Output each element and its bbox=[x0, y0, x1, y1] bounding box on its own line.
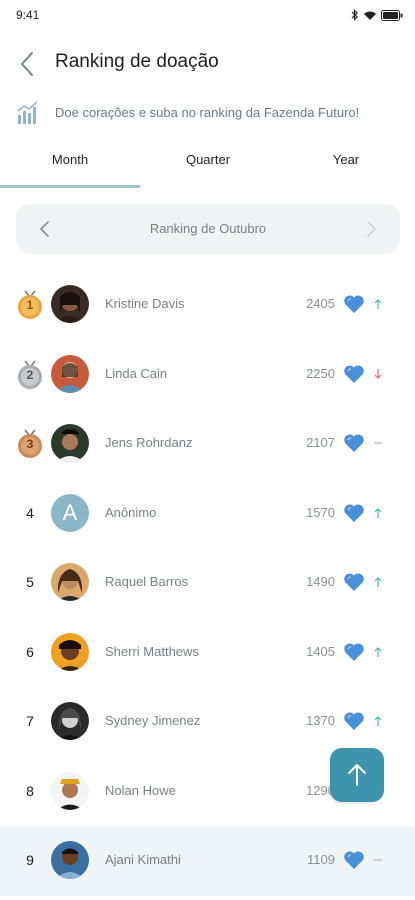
rank-number: 9 bbox=[26, 852, 34, 868]
tab-active-indicator bbox=[0, 185, 140, 188]
ranking-row[interactable]: 1 Kristine Davis 2405 bbox=[0, 270, 415, 340]
info-banner: Doe corações e suba no ranking da Fazend… bbox=[0, 98, 415, 128]
avatar bbox=[51, 563, 89, 601]
heart-icon bbox=[343, 364, 365, 384]
avatar bbox=[51, 424, 89, 462]
trend-up-icon bbox=[372, 711, 384, 731]
avatar bbox=[51, 771, 89, 810]
avatar: A bbox=[51, 493, 89, 532]
rank-number: 2 bbox=[26, 367, 34, 382]
next-month-icon[interactable] bbox=[364, 219, 378, 239]
heart-icon bbox=[343, 433, 365, 453]
avatar bbox=[51, 354, 89, 393]
ranking-row[interactable]: 7 Sydney Jimenez 1370 bbox=[0, 687, 415, 757]
tab-month[interactable]: Month bbox=[0, 152, 140, 167]
avatar bbox=[51, 285, 89, 323]
wifi-icon bbox=[363, 8, 377, 26]
heart-count: 1109 bbox=[307, 852, 335, 867]
trend-same-icon bbox=[372, 850, 384, 870]
trend-up-icon bbox=[372, 642, 384, 662]
donor-name: Raquel Barros bbox=[105, 574, 189, 589]
rank-number: 6 bbox=[26, 643, 34, 660]
tab-quarter[interactable]: Quarter bbox=[138, 152, 278, 167]
donor-name: Anônimo bbox=[105, 504, 157, 520]
rank-number: 5 bbox=[26, 574, 34, 590]
heart-count: 1370 bbox=[306, 713, 335, 728]
month-selector: Ranking de Outubro bbox=[16, 204, 400, 254]
bar-chart-icon bbox=[16, 100, 40, 126]
arrow-up-icon bbox=[348, 764, 366, 786]
heart-count: 2250 bbox=[306, 365, 335, 381]
page-title: Ranking de doação bbox=[55, 51, 219, 72]
rank-number: 3 bbox=[26, 437, 34, 451]
heart-icon bbox=[343, 711, 365, 731]
donor-name: Kristine Davis bbox=[105, 296, 185, 311]
ranking-row[interactable]: 5 Raquel Barros 1490 bbox=[0, 548, 415, 618]
rank-number: 7 bbox=[26, 713, 34, 729]
donor-name: Nolan Howe bbox=[105, 782, 176, 798]
trend-up-icon bbox=[372, 572, 384, 592]
trend-up-icon bbox=[372, 294, 384, 314]
heart-icon bbox=[343, 294, 365, 314]
period-tabs: Month Quarter Year bbox=[0, 140, 415, 190]
avatar bbox=[51, 702, 89, 740]
avatar bbox=[51, 632, 89, 671]
scroll-to-top-button[interactable] bbox=[330, 748, 384, 802]
donor-name: Jens Rohrdanz bbox=[105, 435, 193, 450]
rank-number: 4 bbox=[26, 504, 34, 521]
heart-icon bbox=[343, 850, 365, 870]
ranking-row[interactable]: 4 A Anônimo 1570 bbox=[0, 479, 415, 549]
heart-icon bbox=[343, 642, 365, 662]
status-icons bbox=[351, 8, 403, 26]
donor-name: Sherri Matthews bbox=[105, 643, 199, 659]
info-text: Doe corações e suba no ranking da Fazend… bbox=[55, 105, 360, 120]
tab-year[interactable]: Year bbox=[276, 152, 415, 167]
battery-icon bbox=[381, 8, 403, 26]
donor-name: Linda Cain bbox=[105, 365, 168, 381]
heart-icon bbox=[343, 503, 365, 523]
heart-count: 2405 bbox=[306, 296, 335, 311]
bluetooth-icon bbox=[351, 8, 359, 26]
ranking-row-current-user[interactable]: 9 Ajani Kimathi 1109 bbox=[0, 826, 415, 896]
ranking-row[interactable]: 2 Linda Cain 2250 bbox=[0, 340, 415, 410]
rank-number: 1 bbox=[26, 298, 34, 312]
ranking-row[interactable]: 3 Jens Rohrdanz 2107 bbox=[0, 409, 415, 479]
status-time: 9:41 bbox=[16, 8, 40, 22]
back-icon[interactable] bbox=[16, 50, 40, 78]
header: Ranking de doação bbox=[0, 44, 415, 84]
heart-count: 2107 bbox=[306, 435, 335, 450]
heart-count: 1570 bbox=[306, 504, 335, 520]
heart-count: 1490 bbox=[306, 574, 335, 589]
rank-number: 8 bbox=[26, 782, 34, 799]
trend-down-icon bbox=[372, 364, 384, 384]
donor-name: Ajani Kimathi bbox=[105, 852, 181, 867]
month-label: Ranking de Outubro bbox=[149, 221, 267, 236]
heart-count: 1405 bbox=[306, 643, 335, 659]
trend-same-icon bbox=[372, 433, 384, 453]
donor-name: Sydney Jimenez bbox=[105, 713, 201, 728]
ranking-row[interactable]: 6 Sherri Matthews 1405 bbox=[0, 618, 415, 688]
avatar bbox=[51, 841, 89, 879]
heart-icon bbox=[343, 572, 365, 592]
trend-up-icon bbox=[372, 503, 384, 523]
status-bar: 9:41 bbox=[0, 0, 415, 30]
